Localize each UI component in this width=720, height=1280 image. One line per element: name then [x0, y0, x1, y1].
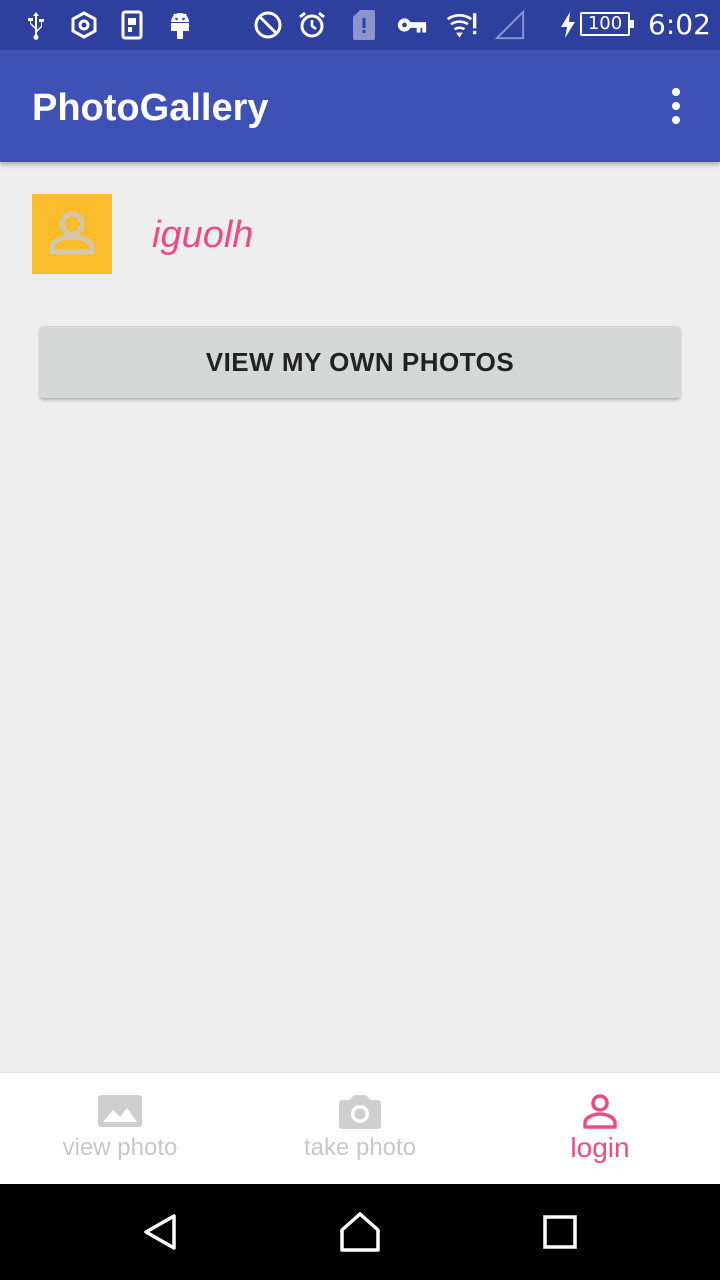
view-own-photos-button[interactable]: VIEW MY OWN PHOTOS — [40, 326, 680, 398]
bottom-navigation: view photo take photo login — [0, 1072, 720, 1185]
image-icon — [0, 1091, 240, 1131]
do-not-disturb-icon — [252, 9, 284, 41]
nav-take-photo[interactable]: take photo — [240, 1073, 480, 1185]
signal-icon — [494, 9, 526, 41]
nav-label: view photo — [62, 1134, 178, 1161]
battery-level: 100 — [580, 12, 634, 36]
system-navigation-bar — [0, 1184, 720, 1280]
camera-icon — [240, 1091, 480, 1131]
app-bar: PhotoGallery — [0, 50, 720, 162]
person-icon — [480, 1091, 720, 1131]
avatar — [32, 194, 112, 274]
vpn-key-icon — [396, 9, 428, 41]
more-vert-icon[interactable] — [660, 84, 692, 128]
wifi-icon — [446, 9, 478, 41]
alarm-icon — [296, 9, 328, 41]
sd-card-icon — [348, 9, 380, 41]
nav-label: login — [570, 1132, 630, 1163]
sim-card-icon — [116, 9, 148, 41]
app-title: PhotoGallery — [32, 87, 269, 129]
nav-label: take photo — [303, 1134, 417, 1161]
hexagon-icon — [68, 9, 100, 41]
android-icon — [164, 9, 196, 41]
back-icon[interactable] — [136, 1208, 184, 1256]
usb-icon — [20, 9, 52, 41]
nav-view-photo[interactable]: view photo — [0, 1073, 240, 1185]
person-icon — [49, 211, 95, 255]
home-icon[interactable] — [336, 1208, 384, 1256]
recents-icon[interactable] — [536, 1208, 584, 1256]
status-time: 6:02 — [648, 8, 711, 41]
status-bar: 100 6:02 — [0, 0, 720, 50]
username: iguolh — [152, 214, 254, 256]
nav-login[interactable]: login — [480, 1073, 720, 1185]
